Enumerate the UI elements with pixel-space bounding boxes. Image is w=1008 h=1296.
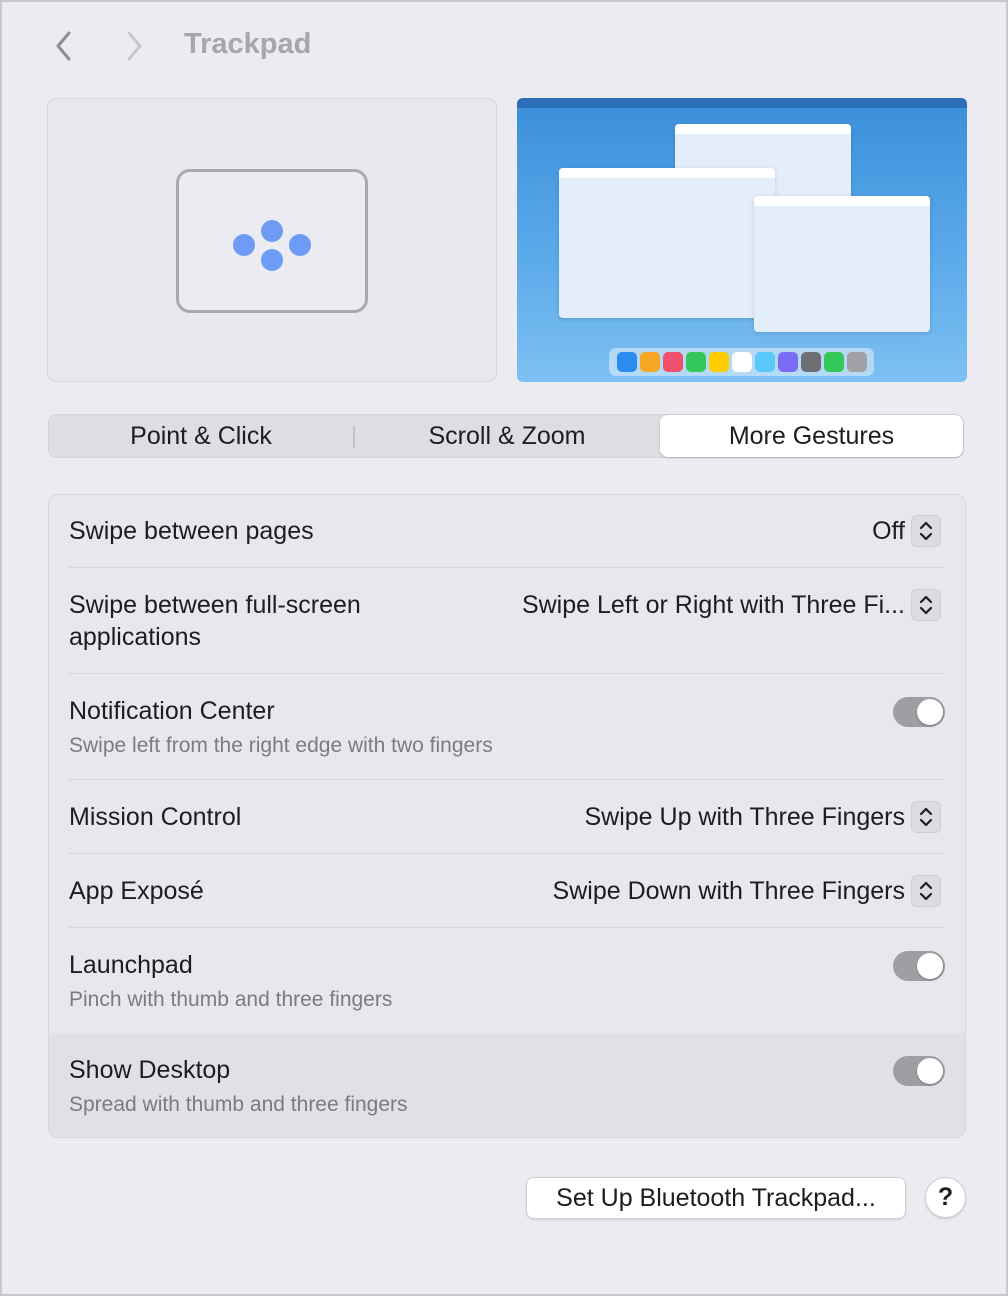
tab-scroll-zoom[interactable]: Scroll & Zoom xyxy=(355,415,659,457)
dock-app-icon xyxy=(846,352,867,372)
desktop-preview xyxy=(517,98,967,382)
setting-description: Swipe left from the right edge with two … xyxy=(69,734,493,757)
gesture-tabs: Point & Click Scroll & Zoom More Gesture… xyxy=(48,414,964,458)
setting-label: Swipe between full-screen xyxy=(69,591,361,619)
popup-value: Off xyxy=(872,516,905,545)
chevron-right-icon xyxy=(127,31,142,61)
page-title: Trackpad xyxy=(184,28,312,60)
dock-app-icon xyxy=(777,352,798,372)
finger-dot xyxy=(289,234,311,256)
dock-app-icon xyxy=(754,352,775,372)
setting-row-show-desktop: Show Desktop Spread with thumb and three… xyxy=(49,1033,965,1137)
menu-bar xyxy=(517,98,967,108)
setting-description: Spread with thumb and three fingers xyxy=(69,1093,408,1116)
toggle-knob xyxy=(917,953,943,979)
forward-button[interactable] xyxy=(114,26,154,66)
setting-row-swipe-pages: Swipe between pages Off xyxy=(49,495,965,568)
finger-dot xyxy=(261,220,283,242)
dock-app-icon xyxy=(662,352,683,372)
back-button[interactable] xyxy=(44,26,84,66)
setting-label: Show Desktop xyxy=(69,1056,231,1084)
dock-app-icon xyxy=(708,352,729,372)
app-expose-popup[interactable]: Swipe Down with Three Fingers xyxy=(553,875,941,907)
setting-row-launchpad: Launchpad Pinch with thumb and three fin… xyxy=(49,928,965,1033)
dock-app-icon xyxy=(731,352,752,372)
preview-window xyxy=(559,168,775,318)
setting-label: Notification Center xyxy=(69,697,275,725)
up-down-chevron-icon xyxy=(911,515,941,547)
setting-label: Swipe between pages xyxy=(69,517,314,545)
dock-app-icon xyxy=(823,352,844,372)
show-desktop-toggle[interactable] xyxy=(893,1056,945,1086)
swipe-pages-popup[interactable]: Off xyxy=(872,515,941,547)
finger-dot xyxy=(233,234,255,256)
setting-label: App Exposé xyxy=(69,877,204,905)
gesture-settings-list: Swipe between pages Off Swipe between fu… xyxy=(48,494,966,1138)
setting-row-notification-center: Notification Center Swipe left from the … xyxy=(49,674,965,779)
set-up-bluetooth-trackpad-button[interactable]: Set Up Bluetooth Trackpad... xyxy=(526,1177,906,1219)
tab-more-gestures[interactable]: More Gestures xyxy=(660,415,963,457)
setting-label: Mission Control xyxy=(69,803,242,831)
tab-point-click[interactable]: Point & Click xyxy=(49,415,353,457)
chevron-left-icon xyxy=(56,31,71,61)
dock-app-icon xyxy=(616,352,637,372)
popup-value: Swipe Left or Right with Three Fi... xyxy=(521,590,905,619)
setting-label: Launchpad xyxy=(69,951,193,979)
popup-value: Swipe Up with Three Fingers xyxy=(584,802,905,831)
up-down-chevron-icon xyxy=(911,589,941,621)
setting-row-swipe-fullscreen: Swipe between full-screen applications S… xyxy=(49,568,965,673)
dock-app-icon xyxy=(639,352,660,372)
popup-value: Swipe Down with Three Fingers xyxy=(552,876,905,905)
setting-row-app-expose: App Exposé Swipe Down with Three Fingers xyxy=(49,854,965,927)
setting-row-mission-control: Mission Control Swipe Up with Three Fing… xyxy=(49,780,965,853)
gesture-preview-panel xyxy=(47,98,497,382)
help-button[interactable]: ? xyxy=(925,1177,966,1218)
setting-label-line2: applications xyxy=(69,623,202,651)
finger-dot xyxy=(261,249,283,271)
up-down-chevron-icon xyxy=(911,801,941,833)
up-down-chevron-icon xyxy=(911,875,941,907)
notification-center-toggle[interactable] xyxy=(893,697,945,727)
setting-description: Pinch with thumb and three fingers xyxy=(69,988,393,1011)
toggle-knob xyxy=(917,1058,943,1084)
preview-dock xyxy=(609,348,874,376)
preview-window xyxy=(754,196,930,332)
trackpad-settings-window: Trackpad Point & Click Scroll & Zoom Mor… xyxy=(0,0,1008,1296)
launchpad-toggle[interactable] xyxy=(893,951,945,981)
toggle-knob xyxy=(917,699,943,725)
swipe-fullscreen-popup[interactable]: Swipe Left or Right with Three Fi... xyxy=(522,589,941,621)
four-finger-trackpad-icon xyxy=(176,169,368,313)
mission-control-popup[interactable]: Swipe Up with Three Fingers xyxy=(584,801,941,833)
dock-app-icon xyxy=(800,352,821,372)
dock-app-icon xyxy=(685,352,706,372)
